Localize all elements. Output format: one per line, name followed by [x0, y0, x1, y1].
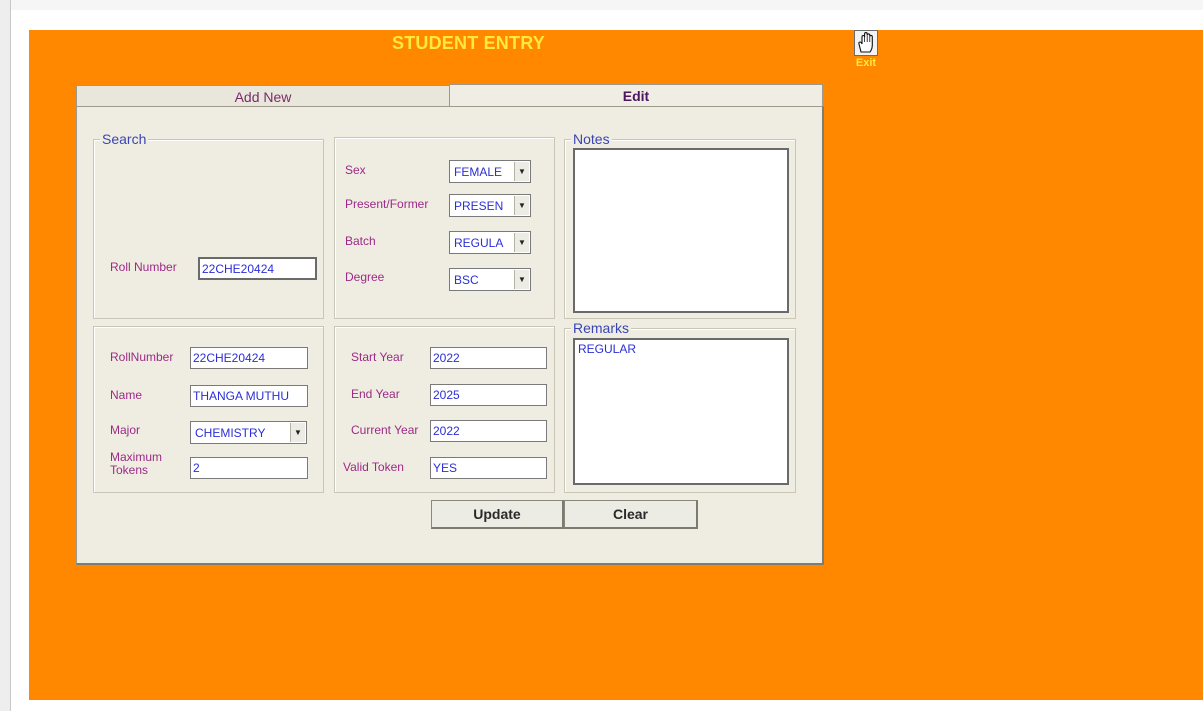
- update-button[interactable]: Update: [431, 500, 564, 529]
- name-label: Name: [110, 388, 143, 402]
- end-year-label: End Year: [351, 387, 400, 401]
- search-legend: Search: [100, 131, 149, 147]
- hand-icon[interactable]: [854, 30, 878, 56]
- tab-add-new[interactable]: Add New: [76, 85, 450, 107]
- present-former-label: Present/Former: [345, 197, 429, 211]
- degree-value: BSC: [454, 273, 479, 287]
- present-former-value: PRESEN: [454, 199, 504, 213]
- name-input[interactable]: THANGA MUTHU: [190, 385, 308, 407]
- sex-label: Sex: [345, 163, 366, 177]
- start-year-input[interactable]: 2022: [430, 347, 547, 369]
- remarks-textarea[interactable]: REGULAR: [573, 338, 789, 485]
- maximum-tokens-label: Maximum Tokens: [110, 450, 163, 477]
- search-group: Search: [93, 131, 324, 319]
- chevron-down-icon[interactable]: ▼: [514, 270, 529, 289]
- chevron-down-icon[interactable]: ▼: [290, 423, 305, 442]
- page-title: STUDENT ENTRY: [392, 33, 545, 53]
- valid-token-input[interactable]: YES: [430, 457, 547, 479]
- batch-value: REGULA: [454, 236, 504, 250]
- window-left-edge: [0, 0, 11, 711]
- remarks-legend: Remarks: [571, 320, 632, 336]
- present-former-select[interactable]: PRESEN ▼: [449, 194, 531, 217]
- tab-edit[interactable]: Edit: [449, 84, 823, 106]
- start-year-label: Start Year: [351, 350, 404, 364]
- notes-textarea[interactable]: [573, 148, 789, 313]
- degree-label: Degree: [345, 270, 385, 284]
- sex-value: FEMALE: [454, 165, 503, 179]
- major-select[interactable]: CHEMISTRY ▼: [190, 421, 307, 444]
- chevron-down-icon[interactable]: ▼: [514, 233, 529, 252]
- major-value: CHEMISTRY: [195, 426, 266, 440]
- maximum-tokens-input[interactable]: 2: [190, 457, 308, 479]
- exit-button[interactable]: Exit: [850, 30, 882, 80]
- chevron-down-icon[interactable]: ▼: [514, 196, 529, 215]
- clear-button[interactable]: Clear: [564, 500, 698, 529]
- roll-number-label: Roll Number: [110, 260, 177, 274]
- current-year-input[interactable]: 2022: [430, 420, 547, 442]
- batch-select[interactable]: REGULA ▼: [449, 231, 531, 254]
- notes-legend: Notes: [571, 131, 612, 147]
- window-top-edge: [0, 0, 1203, 10]
- sex-select[interactable]: FEMALE ▼: [449, 160, 531, 183]
- current-year-label: Current Year: [351, 423, 419, 437]
- rollnumber-input[interactable]: 22CHE20424: [190, 347, 308, 369]
- rollnumber-label: RollNumber: [110, 350, 174, 364]
- edit-panel: Search Roll Number 22CHE20424 Sex FEMALE…: [76, 106, 824, 565]
- major-label: Major: [110, 423, 141, 437]
- chevron-down-icon[interactable]: ▼: [514, 162, 529, 181]
- batch-label: Batch: [345, 234, 376, 248]
- end-year-input[interactable]: 2025: [430, 384, 547, 406]
- exit-label: Exit: [855, 57, 877, 69]
- roll-number-search-input[interactable]: 22CHE20424: [198, 257, 317, 280]
- degree-select[interactable]: BSC ▼: [449, 268, 531, 291]
- valid-token-label: Valid Token: [343, 460, 404, 474]
